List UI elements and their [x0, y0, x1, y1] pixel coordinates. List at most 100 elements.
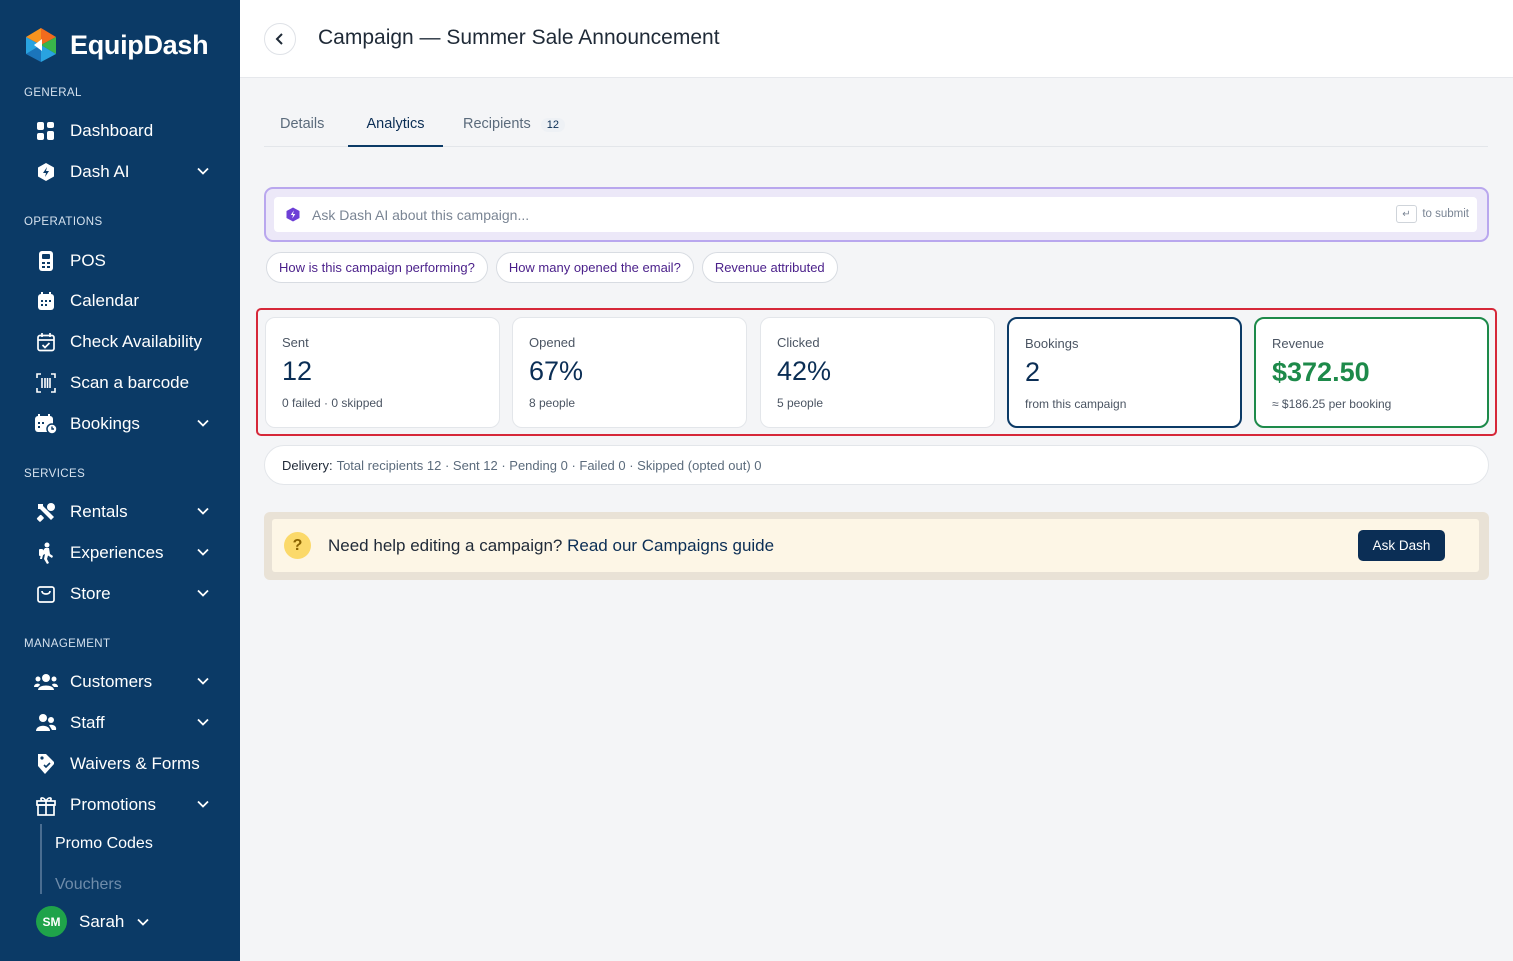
sidebar-item-rentals[interactable]: Rentals: [34, 495, 220, 529]
brand-name: EquipDash: [70, 29, 209, 60]
campaigns-guide-link[interactable]: Read our Campaigns guide: [567, 536, 774, 555]
sidebar-item-dashboard[interactable]: Dashboard: [34, 114, 220, 148]
sidebar-item-label: Scan a barcode: [70, 373, 190, 392]
sidebar-item-bookings[interactable]: Bookings: [34, 407, 220, 441]
suggestion-chip-revenue[interactable]: Revenue attributed: [701, 252, 838, 283]
gift-icon: [34, 793, 58, 817]
submit-hint: to submit: [1422, 208, 1469, 220]
stat-label: Revenue: [1272, 336, 1325, 351]
stat-sub: 5 people: [777, 396, 824, 410]
back-button[interactable]: [264, 23, 296, 55]
ai-hexagon-icon: [286, 207, 300, 222]
staff-users-icon: [34, 711, 58, 735]
ask-placeholder: Ask Dash AI about this campaign...: [312, 207, 530, 223]
tab-details[interactable]: Details: [280, 116, 324, 147]
sidebar-item-label: Dash AI: [70, 162, 130, 181]
stat-card-opened: Opened 67% 8 people: [512, 317, 747, 428]
chevron-down-icon: [197, 718, 209, 726]
sidebar-item-label: Staff: [70, 713, 105, 732]
sidebar-item-label: Experiences: [70, 543, 164, 562]
ask-dash-button[interactable]: Ask Dash: [1358, 530, 1445, 561]
stat-label: Opened: [529, 335, 576, 350]
tab-label: Analytics: [366, 116, 425, 132]
enter-key-icon: ↵: [1396, 205, 1417, 223]
tab-analytics[interactable]: Analytics: [348, 116, 443, 147]
chevron-down-icon: [197, 589, 209, 597]
stat-sub: 0 failed · 0 skipped: [282, 396, 383, 410]
calendar-check-icon: [34, 330, 58, 354]
chevron-down-icon: [197, 548, 209, 556]
user-name: Sarah: [79, 911, 125, 931]
sidebar-item-check-availability[interactable]: Check Availability: [34, 325, 220, 359]
chevron-down-icon: [197, 677, 209, 685]
stat-label: Sent: [282, 335, 309, 350]
suggestion-chips: How is this campaign performing? How man…: [266, 252, 838, 283]
ask-dash-ai-input[interactable]: Ask Dash AI about this campaign... ↵ to …: [274, 197, 1477, 232]
stat-card-bookings: Bookings 2 from this campaign: [1007, 317, 1242, 428]
page-header: Campaign — Summer Sale Announcement: [240, 0, 1513, 78]
stat-value: 2: [1025, 357, 1041, 387]
suggestion-chip-performance[interactable]: How is this campaign performing?: [266, 252, 488, 283]
sidebar-item-label: Bookings: [70, 414, 140, 433]
chevron-down-icon: [197, 419, 209, 427]
delivery-text: Total recipients 12 · Sent 12 · Pending …: [336, 457, 762, 473]
sidebar-item-label: Waivers & Forms: [70, 754, 200, 773]
suggestion-chip-opened[interactable]: How many opened the email?: [495, 252, 694, 283]
equipdash-logo-icon: [26, 28, 56, 62]
page-title: Campaign — Summer Sale Announcement: [318, 26, 720, 49]
sidebar-item-staff[interactable]: Staff: [34, 706, 220, 740]
user-menu[interactable]: SM Sarah: [36, 906, 150, 937]
sidebar-item-label: Dashboard: [70, 121, 154, 140]
grid-icon: [34, 119, 58, 143]
section-general: GENERAL: [24, 87, 82, 99]
sidebar-item-store[interactable]: Store: [34, 577, 220, 611]
stat-sub: 8 people: [529, 396, 576, 410]
sidebar-item-pos[interactable]: POS: [34, 244, 220, 278]
brand[interactable]: EquipDash: [22, 26, 209, 64]
users-group-icon: [34, 670, 58, 694]
hiker-icon: [34, 541, 58, 565]
chevron-down-icon: [197, 507, 209, 515]
sidebar-subitem-vouchers[interactable]: Vouchers: [55, 876, 122, 894]
sidebar: EquipDash GENERAL Dashboard Dash AI OPER…: [0, 0, 240, 961]
tab-bar: Details Analytics Recipients 12: [264, 104, 1488, 147]
delivery-summary: Delivery: Total recipients 12 · Sent 12 …: [264, 445, 1489, 485]
tools-icon: [34, 500, 58, 524]
ai-hexagon-icon: [34, 160, 58, 184]
stat-label: Clicked: [777, 335, 820, 350]
chevron-down-icon: [197, 800, 209, 808]
stat-card-clicked: Clicked 42% 5 people: [760, 317, 995, 428]
sidebar-item-customers[interactable]: Customers: [34, 665, 220, 699]
stat-sub: from this campaign: [1025, 397, 1127, 411]
tab-recipients[interactable]: Recipients 12: [463, 116, 565, 147]
sidebar-item-experiences[interactable]: Experiences: [34, 536, 220, 570]
question-icon: ?: [284, 532, 311, 559]
sidebar-item-label: Calendar: [70, 291, 139, 310]
sidebar-item-calendar[interactable]: Calendar: [34, 284, 220, 318]
help-message: Need help editing a campaign?: [328, 536, 563, 555]
help-text: Need help editing a campaign? Read our C…: [328, 536, 774, 556]
tab-label: Details: [280, 116, 325, 132]
avatar: SM: [36, 906, 67, 937]
help-banner: ? Need help editing a campaign? Read our…: [264, 512, 1489, 580]
section-services: SERVICES: [24, 468, 86, 480]
sidebar-item-label: Rentals: [70, 502, 128, 521]
stat-card-sent: Sent 12 0 failed · 0 skipped: [265, 317, 500, 428]
sidebar-item-label: Store: [70, 584, 111, 603]
delivery-label: Delivery:: [282, 457, 333, 473]
stat-value: 67%: [529, 356, 584, 386]
stat-sub: ≈ $186.25 per booking: [1272, 397, 1392, 411]
sidebar-item-scan-barcode[interactable]: Scan a barcode: [34, 366, 220, 400]
sidebar-item-label: Customers: [70, 672, 153, 691]
sidebar-item-promotions[interactable]: Promotions: [34, 788, 220, 822]
tab-label: Recipients: [463, 116, 531, 132]
stat-card-revenue: Revenue $372.50 ≈ $186.25 per booking: [1254, 317, 1489, 428]
stat-value: 12: [282, 356, 313, 386]
sidebar-item-label: Promotions: [70, 795, 156, 814]
sidebar-item-waivers[interactable]: Waivers & Forms: [34, 747, 220, 781]
stat-value: 42%: [777, 356, 832, 386]
sidebar-subitem-promo-codes[interactable]: Promo Codes: [55, 835, 153, 853]
sidebar-item-label: POS: [70, 251, 106, 270]
sidebar-item-dash-ai[interactable]: Dash AI: [34, 155, 220, 189]
submenu-divider: [40, 824, 42, 894]
